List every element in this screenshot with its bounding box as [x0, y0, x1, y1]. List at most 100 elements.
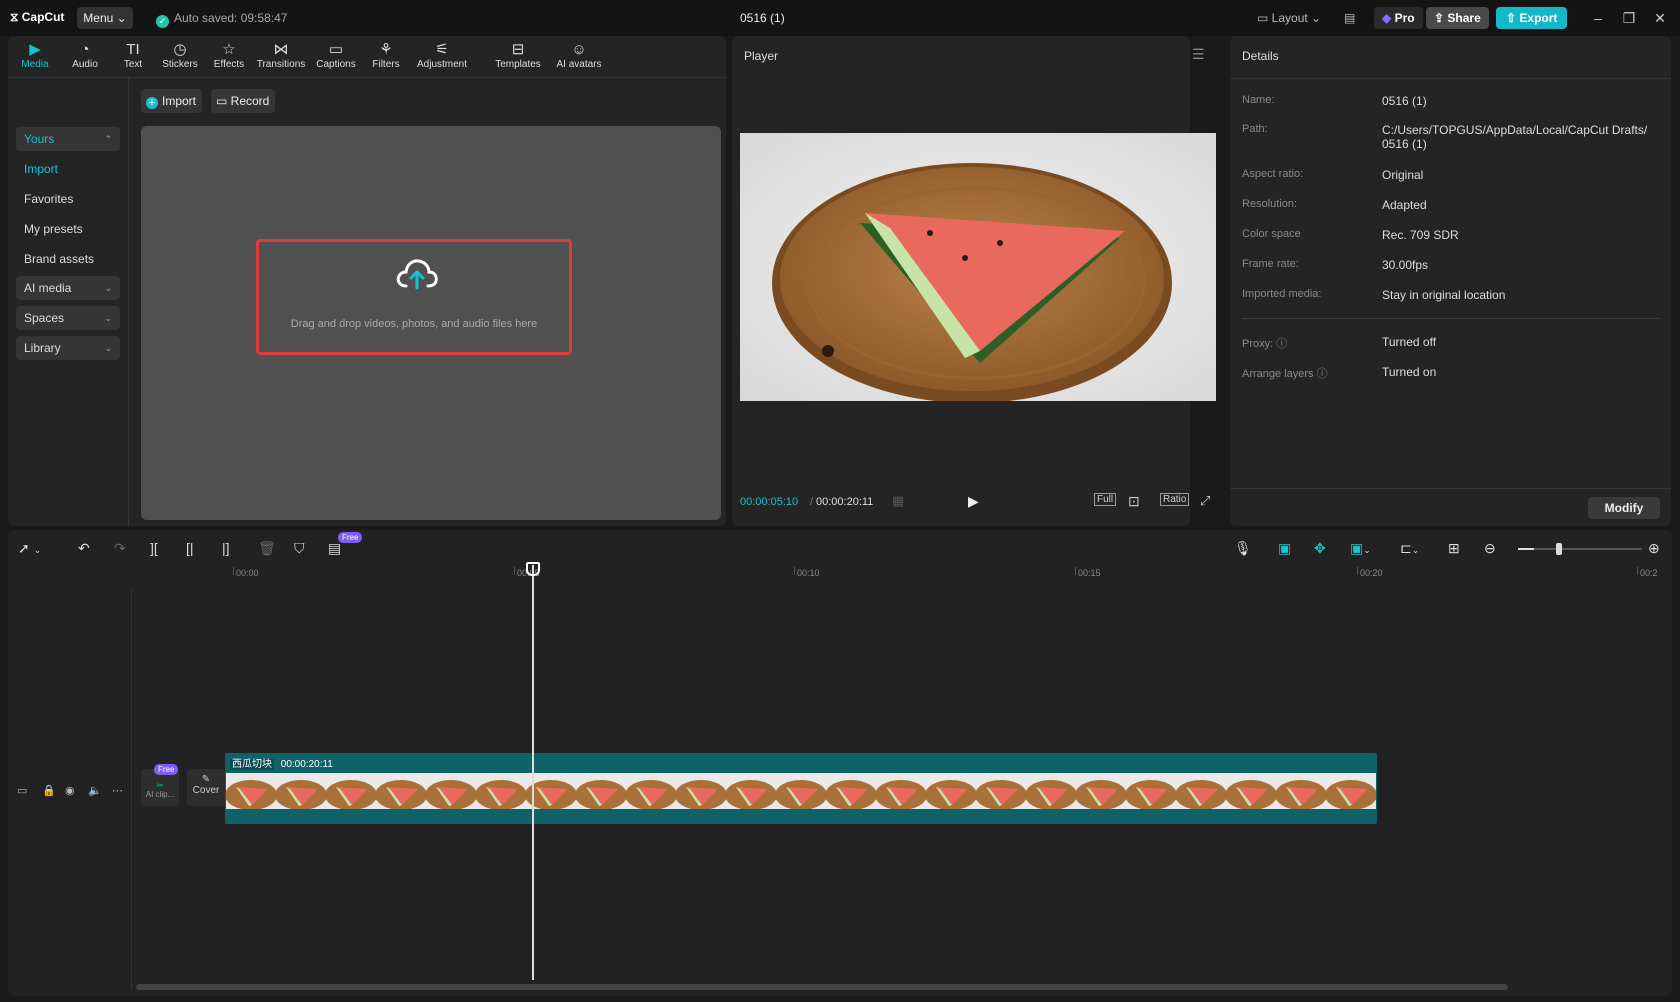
help-icon[interactable]: ⓘ	[1317, 368, 1328, 380]
drop-instructions: Drag and drop videos, photos, and audio …	[290, 318, 538, 330]
tab-filters[interactable]: ⚘ Filters	[361, 41, 411, 70]
clip-thumbnail	[1226, 773, 1276, 809]
tab-adjustment[interactable]: ⚟ Adjustment	[417, 41, 467, 70]
eye-icon[interactable]: ◉	[65, 784, 75, 797]
clip-thumbnail	[1276, 773, 1326, 809]
main-track-magnet-icon[interactable]: ▣	[1278, 540, 1291, 557]
close-icon[interactable]: ✕	[1645, 7, 1675, 29]
detail-label: Frame rate:	[1242, 258, 1299, 270]
hamburger-icon[interactable]: ☰	[1192, 46, 1205, 63]
ruler-tick	[233, 567, 234, 575]
more-icon[interactable]: ⋯	[112, 784, 123, 797]
chevron-down-icon: ⌄	[104, 313, 112, 323]
subtitle-icon[interactable]: ▤	[1344, 7, 1355, 29]
sidebar-item-library[interactable]: Library ⌄	[16, 336, 120, 360]
microphone-icon[interactable]: 🎙	[1234, 540, 1252, 557]
ruler-label: 00:2	[1640, 568, 1658, 578]
audio-icon: ◔	[80, 41, 90, 58]
ai-avatars-icon: ☺	[571, 41, 587, 58]
help-icon[interactable]: ⓘ	[1276, 338, 1287, 350]
split-icon[interactable]: ][	[150, 540, 158, 556]
undo-icon[interactable]: ↶	[78, 540, 90, 557]
clip-thumbnail	[976, 773, 1026, 809]
export-icon: ⇧	[1506, 11, 1520, 25]
pro-button[interactable]: ◆ Pro	[1374, 7, 1423, 29]
select-cursor-icon[interactable]: ➚ ⌄	[18, 540, 41, 557]
delete-icon[interactable]: 🗑	[258, 540, 276, 557]
preview-axis-icon[interactable]: ⊏⌄	[1400, 540, 1419, 557]
media-sidebar: Yours ⌃ Import Favorites My presets Brand…	[8, 78, 129, 526]
time-separator: /	[810, 496, 814, 508]
timecode-grid-icon[interactable]: ▦	[892, 493, 904, 509]
clip-thumbnail	[876, 773, 926, 809]
full-button[interactable]: Full	[1094, 493, 1117, 506]
zoom-slider[interactable]	[1518, 548, 1642, 550]
shield-icon[interactable]: ⛉	[294, 540, 305, 557]
share-button[interactable]: ⇪ Share	[1426, 7, 1489, 29]
tab-templates[interactable]: ⊟ Templates	[493, 41, 543, 70]
transitions-icon: ⋈	[273, 41, 289, 58]
auto-snap-icon[interactable]: ✥	[1314, 540, 1326, 557]
restore-icon[interactable]: ❐	[1614, 7, 1644, 29]
free-badge: Free	[154, 764, 179, 775]
import-button[interactable]: + Import	[141, 89, 203, 113]
split-left-icon[interactable]: [|	[186, 540, 194, 556]
tab-transitions[interactable]: ⋈ Transitions	[256, 41, 306, 70]
video-preview[interactable]	[740, 133, 1216, 401]
playhead[interactable]	[532, 565, 534, 980]
tab-stickers[interactable]: ◷ Stickers	[155, 41, 205, 70]
lock-icon[interactable]: 🔒	[42, 784, 56, 797]
menu-button[interactable]: Menu ⌄	[77, 7, 133, 29]
tab-effects[interactable]: ☆ Effects	[204, 41, 254, 70]
video-clip[interactable]: 西瓜切块 00:00:20:11	[225, 753, 1377, 824]
ai-caption-icon[interactable]: ▤	[328, 540, 341, 557]
split-right-icon[interactable]: |]	[222, 540, 230, 556]
sidebar-item-import[interactable]: Import	[16, 157, 120, 181]
fit-timeline-icon[interactable]: ⊞	[1448, 540, 1460, 557]
ruler-label: 00:10	[797, 568, 820, 578]
sidebar-item-brand-assets[interactable]: Brand assets	[16, 247, 120, 271]
layout-button[interactable]: ▭ Layout ⌄	[1257, 7, 1321, 29]
clip-thumbnail	[626, 773, 676, 809]
ruler-label: 00:20	[1360, 568, 1383, 578]
export-button[interactable]: ⇧ Export	[1496, 7, 1568, 29]
plus-icon: +	[146, 97, 158, 109]
sidebar-item-spaces[interactable]: Spaces ⌄	[16, 306, 120, 330]
tab-media[interactable]: ▶ Media	[10, 41, 60, 70]
minimize-icon[interactable]: –	[1583, 7, 1613, 29]
clip-thumbnail	[576, 773, 626, 809]
sidebar-item-yours[interactable]: Yours ⌃	[16, 127, 120, 151]
tab-captions[interactable]: ▭ Captions	[311, 41, 361, 70]
zoom-in-icon[interactable]: ⊕	[1648, 540, 1660, 557]
volume-icon[interactable]: 🔈	[88, 784, 102, 797]
clip-thumbnail	[776, 773, 826, 809]
zoom-screenshot-icon[interactable]: ⊡	[1128, 493, 1140, 510]
cover-button[interactable]: ✎ Cover	[187, 769, 225, 806]
drop-zone-highlight[interactable]: Drag and drop videos, photos, and audio …	[256, 239, 572, 355]
detail-label: Arrange layers ⓘ	[1242, 368, 1328, 380]
play-icon[interactable]: ▶	[968, 493, 979, 510]
stickers-icon: ◷	[173, 41, 187, 58]
sidebar-item-my-presets[interactable]: My presets	[16, 217, 120, 241]
fullscreen-icon[interactable]: ⤢	[1200, 493, 1210, 509]
sidebar-item-favorites[interactable]: Favorites	[16, 187, 120, 211]
record-button[interactable]: ▭ Record	[211, 89, 276, 113]
zoom-out-icon[interactable]: ⊖	[1484, 540, 1496, 557]
detail-resolution-value: Adapted	[1382, 198, 1427, 212]
free-badge: Free	[338, 532, 363, 543]
tab-audio[interactable]: ◔ Audio	[60, 41, 110, 70]
redo-icon[interactable]: ↷	[114, 540, 126, 557]
detail-arrange-value: Turned on	[1382, 365, 1437, 379]
modify-button[interactable]: Modify	[1588, 497, 1660, 519]
sidebar-item-ai-media[interactable]: AI media ⌄	[16, 276, 120, 300]
tab-text[interactable]: TI Text	[108, 41, 158, 70]
detail-label: Aspect ratio:	[1242, 168, 1304, 180]
ratio-button[interactable]: Ratio	[1160, 493, 1190, 506]
zoom-slider-handle[interactable]	[1556, 543, 1562, 555]
track-thumbnail-icon[interactable]: ▭	[17, 784, 27, 797]
tab-ai-avatars[interactable]: ☺ AI avatars	[551, 41, 607, 70]
detail-path-value: C:/Users/TOPGUS/AppData/Local/CapCut Dra…	[1382, 123, 1648, 151]
linkage-icon[interactable]: ▣⌄	[1350, 540, 1371, 557]
timeline-scrollbar[interactable]	[136, 984, 1508, 990]
playhead-handle[interactable]	[526, 562, 540, 576]
